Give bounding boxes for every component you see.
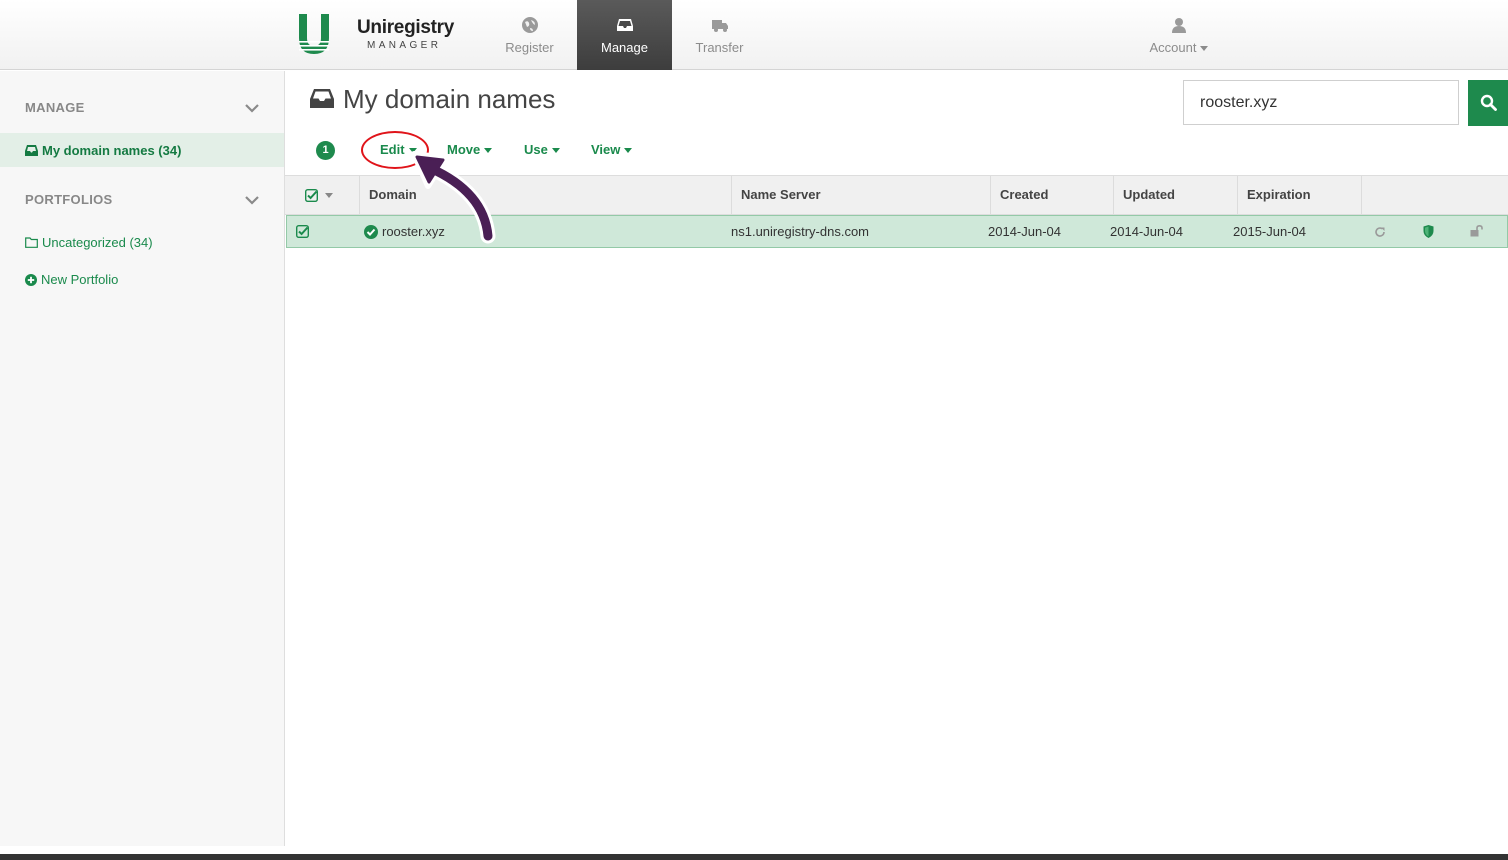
sidebar-item-label: Uncategorized (34) (42, 235, 153, 250)
column-header-created[interactable]: Created (990, 176, 1113, 214)
plus-circle-icon (25, 273, 37, 286)
column-header-name-server[interactable]: Name Server (731, 176, 990, 214)
status-ok-icon (364, 225, 378, 239)
expiration-cell: 2015-Jun-04 (1233, 224, 1306, 239)
sidebar-item-label: New Portfolio (41, 272, 119, 287)
globe-icon (521, 17, 538, 33)
column-header-expiration[interactable]: Expiration (1237, 176, 1361, 214)
caret-down-icon (551, 148, 560, 154)
domain-link[interactable]: rooster.xyz (382, 216, 445, 247)
caret-down-icon[interactable] (325, 193, 333, 198)
sidebar-heading-portfolios: PORTFOLIOS (25, 192, 113, 207)
top-navbar: Uniregistry MANAGER Register Manage Tran… (0, 0, 1508, 70)
move-menu-button[interactable]: Move (447, 142, 493, 157)
truck-icon (711, 20, 728, 32)
brand-name: Uniregistry (357, 17, 455, 38)
nav-manage-label: Manage (601, 40, 648, 55)
inbox-icon (616, 19, 633, 31)
sidebar-item-uncategorized[interactable]: Uncategorized (34) (25, 235, 153, 250)
caret-down-icon (484, 148, 493, 154)
sidebar-item-my-domains[interactable]: My domain names (34) (25, 143, 181, 158)
table-row[interactable]: rooster.xyz ns1.uniregistry-dns.com 2014… (286, 215, 1508, 248)
nav-transfer[interactable]: Transfer (672, 0, 767, 70)
search-button[interactable] (1468, 80, 1508, 126)
view-menu-button[interactable]: View (591, 142, 633, 157)
inbox-icon (310, 89, 334, 108)
shield-icon[interactable] (1423, 225, 1434, 238)
checkbox-checked-icon[interactable] (296, 225, 309, 238)
move-label: Move (447, 142, 481, 157)
created-cell: 2014-Jun-04 (988, 224, 1061, 239)
folder-icon (25, 237, 38, 248)
brand-subtitle: MANAGER (367, 40, 442, 51)
nav-register-label: Register (505, 40, 554, 55)
use-label: Use (524, 142, 548, 157)
uniregistry-logo-icon[interactable] (296, 14, 332, 54)
search-icon (1480, 94, 1497, 111)
column-header-domain[interactable]: Domain (359, 176, 731, 214)
annotation-highlight-ring (361, 131, 429, 169)
checkbox-checked-icon[interactable] (305, 189, 318, 202)
column-header-updated[interactable]: Updated (1113, 176, 1237, 214)
nav-transfer-label: Transfer (695, 40, 744, 55)
name-server-cell: ns1.uniregistry-dns.com (731, 224, 869, 239)
bottom-bar (0, 854, 1508, 860)
user-icon (1172, 18, 1186, 33)
inbox-icon (25, 145, 38, 156)
sidebar-item-label: My domain names (34) (42, 143, 182, 158)
nav-manage[interactable]: Manage (577, 0, 672, 70)
refresh-icon[interactable] (1374, 226, 1386, 238)
chevron-down-icon[interactable] (245, 196, 259, 205)
chevron-down-icon[interactable] (245, 104, 259, 113)
caret-down-icon (1200, 46, 1209, 52)
sidebar-heading-manage: MANAGE (25, 100, 85, 115)
sidebar: MANAGE My domain names (34) PORTFOLIOS U… (0, 71, 285, 846)
nav-account-label: Account (1149, 40, 1197, 55)
page-title: My domain names (343, 84, 556, 114)
table-header: Domain Name Server Created Updated Expir… (285, 175, 1508, 215)
unlock-icon[interactable] (1470, 225, 1484, 237)
use-menu-button[interactable]: Use (524, 142, 560, 157)
select-all-header[interactable] (285, 176, 359, 214)
nav-register[interactable]: Register (482, 0, 577, 70)
sidebar-item-new-portfolio[interactable]: New Portfolio (25, 272, 118, 287)
column-header-actions (1361, 176, 1508, 214)
view-label: View (591, 142, 621, 157)
caret-down-icon (624, 148, 633, 154)
nav-account[interactable]: Account (1136, 0, 1222, 70)
updated-cell: 2014-Jun-04 (1110, 224, 1183, 239)
search-input[interactable] (1183, 80, 1459, 125)
selected-count-badge: 1 (316, 141, 335, 160)
